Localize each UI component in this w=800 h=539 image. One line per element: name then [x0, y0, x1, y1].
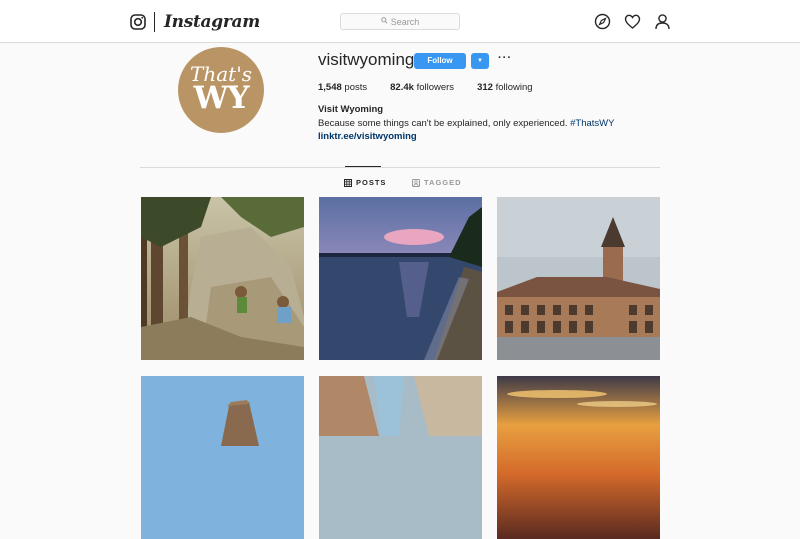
tab-posts-label: POSTS — [356, 178, 387, 187]
profile-stats: 1,548 posts 82.4k followers 312 followin… — [318, 82, 556, 93]
post-thumbnail-lake-sunset[interactable] — [319, 197, 482, 360]
tab-posts[interactable]: POSTS — [344, 178, 386, 187]
followers-stat[interactable]: 82.4k followers — [390, 82, 454, 93]
instagram-glyph-icon[interactable] — [130, 14, 146, 30]
followers-count: 82.4k — [390, 82, 414, 93]
posts-count: 1,548 — [318, 82, 342, 93]
tab-tagged-label: TAGGED — [424, 178, 462, 187]
bio-text: Because some things can't be explained, … — [318, 118, 571, 129]
profile-avatar[interactable]: That's WY — [178, 47, 264, 133]
post-thumbnail-devils-tower[interactable] — [141, 376, 304, 539]
tagged-person-icon — [412, 178, 420, 187]
person-icon[interactable] — [654, 13, 671, 30]
triangle-down-icon: ▼ — [477, 58, 483, 64]
following-label: following — [495, 82, 533, 93]
compass-icon[interactable] — [594, 13, 611, 30]
profile-username: visitwyoming — [318, 50, 415, 69]
heart-icon[interactable] — [624, 13, 641, 30]
suggestions-dropdown-button[interactable]: ▼ — [471, 53, 489, 69]
follow-button[interactable]: Follow — [414, 53, 466, 69]
post-thumbnail-sunset-sky[interactable] — [497, 376, 660, 539]
tab-tagged[interactable]: TAGGED — [412, 178, 462, 187]
top-navigation-bar: Instagram Search — [0, 0, 800, 43]
posts-stat: 1,548 posts — [318, 82, 367, 93]
more-options-button[interactable]: ··· — [498, 52, 512, 64]
following-stat[interactable]: 312 following — [477, 82, 532, 93]
ellipsis-icon: ··· — [498, 52, 512, 64]
search-placeholder: Search — [390, 16, 420, 27]
followers-label: followers — [416, 82, 455, 93]
active-tab-indicator — [345, 166, 381, 167]
bio-hashtag-link[interactable]: #ThatsWY — [570, 118, 614, 129]
bio-website-link[interactable]: linktr.ee/visitwyoming — [318, 131, 417, 142]
search-input[interactable]: Search — [340, 13, 460, 30]
following-count: 312 — [477, 82, 493, 93]
post-thumbnail-rock-formations[interactable] — [319, 376, 482, 539]
post-thumbnail-historic-building[interactable] — [497, 197, 660, 360]
logo-divider — [154, 12, 155, 32]
post-thumbnail-hikers-rocks[interactable] — [141, 197, 304, 360]
instagram-wordmark[interactable]: Instagram — [164, 12, 260, 32]
tabs-divider — [140, 167, 660, 168]
home-logo[interactable]: Instagram — [130, 12, 260, 32]
bio-description: Because some things can't be explained, … — [318, 118, 615, 129]
avatar-text-line2: WY — [193, 80, 250, 116]
search-icon — [380, 17, 388, 26]
grid-icon — [344, 178, 352, 187]
posts-label: posts — [344, 82, 368, 93]
bio-full-name: Visit Wyoming — [318, 104, 384, 115]
